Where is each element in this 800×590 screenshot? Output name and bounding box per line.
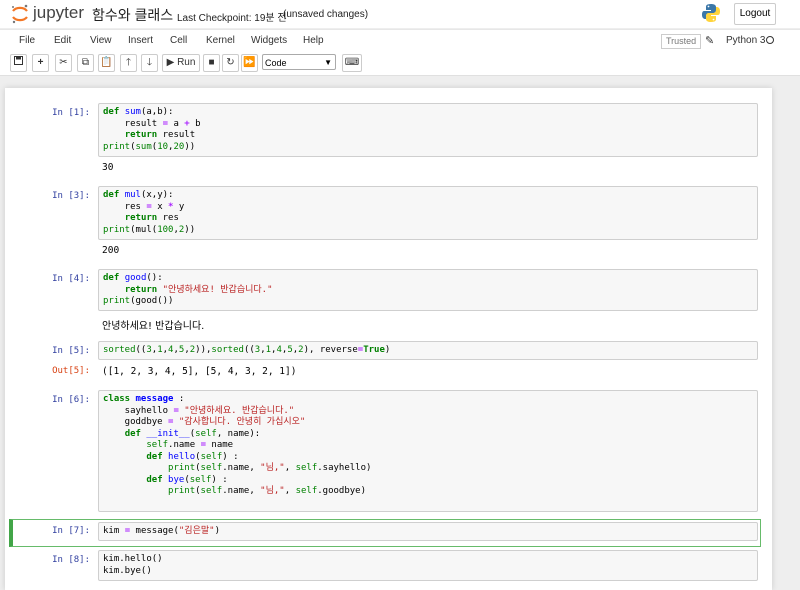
move-up-button[interactable]: 🡑: [120, 54, 137, 72]
copy-button[interactable]: ⧉: [77, 54, 94, 72]
menu-bar: File Edit View Insert Cell Kernel Widget…: [0, 29, 800, 52]
menu-help[interactable]: Help: [303, 35, 324, 46]
run-label: Run: [177, 57, 196, 68]
menu-cell[interactable]: Cell: [170, 35, 187, 46]
jupyter-logo-text[interactable]: jupyter: [33, 3, 84, 23]
cell-output: ([1, 2, 3, 4, 5], [5, 4, 3, 2, 1]): [102, 366, 297, 377]
menu-view[interactable]: View: [90, 35, 112, 46]
pencil-icon[interactable]: ✎: [705, 34, 714, 47]
code-cell-input[interactable]: kim.hello() kim.bye(): [98, 550, 758, 581]
input-prompt: In [8]:: [52, 555, 90, 565]
toolbar: + ✂ ⧉ 📋 🡑 🡓 ▶ Run ■ ↻ ⏩ Code ▼ ⌨: [0, 52, 800, 76]
plus-icon: +: [37, 57, 44, 68]
code-text: sorted((3,1,4,5,2)),sorted((3,1,4,5,2), …: [103, 345, 391, 355]
run-icon: ▶: [166, 57, 175, 68]
code-cell-input[interactable]: def mul(x,y): res = x * y return res pri…: [98, 186, 758, 240]
code-cell-input[interactable]: kim = message("김은말"): [98, 522, 758, 541]
input-prompt: In [4]:: [52, 274, 90, 284]
logout-button[interactable]: Logout: [734, 3, 776, 25]
jupyter-logo-icon[interactable]: [9, 3, 31, 25]
save-icon: [14, 56, 23, 65]
code-cell-input[interactable]: def good(): return "안녕하세요! 반갑습니다." print…: [98, 269, 758, 311]
input-prompt: In [7]:: [52, 526, 90, 536]
copy-icon: ⧉: [81, 57, 90, 68]
code-cell-input[interactable]: def sum(a,b): result = a + b return resu…: [98, 103, 758, 157]
code-cell-input[interactable]: class message : sayhello = "안녕하세요. 반갑습니다…: [98, 390, 758, 512]
run-button[interactable]: ▶ Run: [162, 54, 200, 72]
stop-button[interactable]: ■: [203, 54, 220, 72]
cell-type-value: Code: [265, 58, 287, 68]
code-cell-input[interactable]: sorted((3,1,4,5,2)),sorted((3,1,4,5,2), …: [98, 341, 758, 360]
input-prompt: In [1]:: [52, 108, 90, 118]
kernel-idle-icon: [766, 36, 774, 44]
paste-icon: 📋: [100, 57, 113, 68]
arrow-up-icon: 🡑: [125, 57, 132, 68]
move-down-button[interactable]: 🡓: [141, 54, 158, 72]
input-prompt: In [5]:: [52, 346, 90, 356]
input-prompt: In [3]:: [52, 191, 90, 201]
menu-file[interactable]: File: [19, 35, 35, 46]
cell-output: 안녕하세요! 반갑습니다.: [102, 321, 205, 332]
command-palette-button[interactable]: ⌨: [342, 54, 362, 72]
keyboard-icon: ⌨: [344, 57, 360, 68]
paste-button[interactable]: 📋: [98, 54, 115, 72]
menu-kernel[interactable]: Kernel: [206, 35, 235, 46]
code-text: kim.hello() kim.bye(): [103, 554, 163, 576]
menu-insert[interactable]: Insert: [128, 35, 153, 46]
python-logo-icon: [702, 4, 720, 22]
notebook-title[interactable]: 함수와 클래스: [92, 5, 173, 25]
code-text: kim = message("김은말"): [103, 526, 220, 536]
code-text: def mul(x,y): res = x * y return res pri…: [103, 190, 196, 235]
notebook-header: jupyter 함수와 클래스 Last Checkpoint: 19분 전 (…: [0, 0, 800, 28]
cell-output: 30: [102, 162, 114, 173]
code-text: def sum(a,b): result = a + b return resu…: [103, 107, 201, 152]
fast-forward-icon: ⏩: [243, 57, 256, 68]
code-text: def good(): return "안녕하세요! 반갑습니다." print…: [103, 273, 273, 306]
save-button[interactable]: [10, 54, 27, 72]
save-status: (unsaved changes): [283, 9, 369, 20]
output-prompt: Out[5]:: [52, 366, 90, 376]
cut-button[interactable]: ✂: [55, 54, 72, 72]
input-prompt: In [6]:: [52, 395, 90, 405]
restart-run-all-button[interactable]: ⏩: [241, 54, 258, 72]
restart-icon: ↻: [226, 57, 235, 68]
cut-icon: ✂: [59, 57, 68, 68]
menu-widgets[interactable]: Widgets: [251, 35, 287, 46]
trusted-indicator[interactable]: Trusted: [661, 34, 702, 49]
kernel-name[interactable]: Python 3: [726, 35, 765, 46]
arrow-down-icon: 🡓: [146, 57, 153, 68]
cell-type-select[interactable]: Code ▼: [262, 54, 336, 70]
code-text: class message : sayhello = "안녕하세요. 반갑습니다…: [103, 394, 372, 496]
chevron-down-icon: ▼: [324, 58, 332, 67]
menu-edit[interactable]: Edit: [54, 35, 71, 46]
checkpoint-status: Last Checkpoint: 19분 전: [177, 13, 287, 24]
stop-icon: ■: [208, 57, 215, 68]
restart-button[interactable]: ↻: [222, 54, 239, 72]
cell-output: 200: [102, 245, 120, 256]
notebook-container[interactable]: [5, 88, 772, 590]
insert-cell-button[interactable]: +: [32, 54, 49, 72]
